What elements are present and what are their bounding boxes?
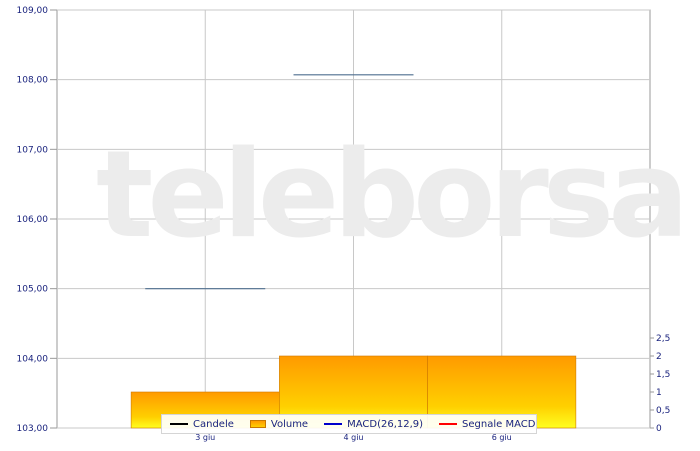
- legend-label-segnale-macd: Segnale MACD: [462, 418, 536, 430]
- date-tick-label: 3 giu: [195, 433, 215, 442]
- price-tick-label: 103,00: [17, 424, 49, 434]
- price-tick-label: 109,00: [17, 6, 49, 16]
- legend-swatch-volume: [249, 420, 266, 428]
- volume-tick-label: 2: [656, 352, 662, 362]
- volume-tick-label: 0: [656, 424, 662, 434]
- legend-item-macd: MACD(26,12,9): [324, 419, 423, 430]
- legend: Candele Volume MACD(26,12,9) Segnale MAC…: [161, 414, 537, 434]
- legend-swatch-candele: [170, 423, 188, 425]
- price-volume-chart: teleborsa 109,00 108,00 107,00 106,00 105,00…: [17, 6, 690, 442]
- price-axis-labels: 109,00 108,00 107,00 106,00 105,00 104,00 103,…: [17, 6, 57, 434]
- date-axis-labels: 3 giu 4 giu 6 giu: [195, 433, 512, 442]
- volume-tick-label: 1: [656, 388, 662, 398]
- price-tick-label: 108,00: [17, 76, 49, 86]
- legend-label-candele: Candele: [193, 418, 234, 430]
- legend-item-volume: Volume: [249, 418, 309, 430]
- price-tick-label: 107,00: [17, 145, 49, 155]
- legend-item-segnale-macd: Segnale MACD: [439, 419, 535, 430]
- volume-tick-label: 0,5: [656, 406, 670, 416]
- price-tick-label: 106,00: [17, 215, 49, 225]
- price-tick-label: 104,00: [17, 354, 49, 364]
- legend-swatch-segnale-macd: [439, 423, 458, 425]
- watermark: teleborsa: [96, 126, 683, 265]
- volume-tick-label: 2,5: [656, 334, 670, 344]
- date-tick-label: 6 giu: [492, 433, 512, 442]
- date-tick-label: 4 giu: [343, 433, 363, 442]
- volume-axis-labels: 2,5 2 1,5 1 0,5 0: [650, 334, 670, 434]
- price-tick-label: 105,00: [17, 285, 49, 295]
- legend-swatch-macd: [324, 423, 343, 425]
- volume-tick-label: 1,5: [656, 370, 670, 380]
- legend-label-volume: Volume: [270, 418, 309, 430]
- legend-item-candele: Candele: [170, 419, 234, 430]
- legend-label-macd: MACD(26,12,9): [347, 418, 424, 430]
